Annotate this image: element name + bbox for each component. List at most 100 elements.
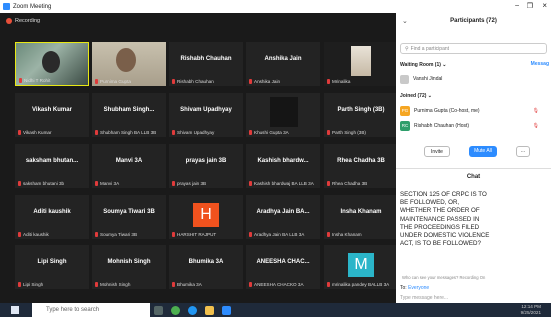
participant-label: Rhea Chadha 3B xyxy=(327,181,367,186)
chrome-icon[interactable] xyxy=(171,305,180,315)
participant-name: Bhumika 3A xyxy=(177,282,202,287)
participant-tile[interactable]: saksham bhutan... saksham bhutani 3b xyxy=(15,144,89,188)
taskbar: Type here to search 12:14 PM 9/25/2021 xyxy=(0,303,551,317)
participant-row[interactable]: RC Rishabh Chauhan (Host) 🎙 xyxy=(400,120,551,131)
mic-muted-icon[interactable]: 🎙 xyxy=(533,123,539,129)
participant-tile[interactable]: Manvi 3A Manvi 3A xyxy=(92,144,166,188)
search-input[interactable]: ⚲ Find a participant xyxy=(400,43,547,54)
participant-tile[interactable]: Mohnish Singh Mohnish Singh xyxy=(92,245,166,289)
participant-name: Shivam Upadhyay xyxy=(177,130,215,135)
minimize-button[interactable]: – xyxy=(515,2,519,9)
participant-display-name: ANEESHA CHAC... xyxy=(256,259,310,265)
participant-tile[interactable]: Shivam Upadhyay Shivam Upadhyay xyxy=(169,93,243,137)
participant-display-name: prayas jain 3B xyxy=(185,158,227,164)
mic-muted-icon xyxy=(172,79,175,84)
participant-tile[interactable]: Rishabh Chauhan Rishabh Chauhan xyxy=(169,42,243,86)
close-button[interactable]: × xyxy=(542,1,547,10)
participant-tile[interactable]: Kashish bhardw... Kashish bhardwaj BA LLB… xyxy=(246,144,320,188)
participant-display-name: Lipi Singh xyxy=(37,259,67,265)
chat-input[interactable]: Type message here... xyxy=(400,295,551,301)
search-icon: ⚲ xyxy=(405,45,409,52)
participant-tile[interactable]: Lipi Singh Lipi Singh xyxy=(15,245,89,289)
mic-muted-icon xyxy=(95,181,98,186)
participant-label: Vikash Kumar xyxy=(18,130,52,135)
task-view-icon[interactable] xyxy=(154,305,163,315)
mic-muted-icon xyxy=(95,232,98,237)
mic-muted-icon xyxy=(249,181,252,186)
participant-name: Insha Khanam xyxy=(332,232,362,237)
invite-button[interactable]: Invite xyxy=(424,146,450,157)
participant-tile[interactable]: Bhumika 3A Bhumika 3A xyxy=(169,245,243,289)
search-box[interactable]: Type here to search xyxy=(32,303,150,317)
participant-tile[interactable]: ANEESHA CHAC... ANEESHA CHACKO 3A xyxy=(246,245,320,289)
edge-icon[interactable] xyxy=(188,305,197,315)
participant-label: Mrinalika xyxy=(327,79,350,84)
file-explorer-icon[interactable] xyxy=(205,305,214,315)
participant-label: Nidhi T Rohit xyxy=(19,78,50,83)
participant-tile[interactable]: Anshika Jain Anshika Jain xyxy=(246,42,320,86)
participant-label: Kashish bhardwaj BA LLB 3A xyxy=(249,181,314,186)
participant-label: Mohnish Singh xyxy=(95,282,130,287)
participant-label: Khushi Gupta 3A xyxy=(249,130,289,135)
mic-muted-icon xyxy=(327,181,330,186)
participant-label: mrinalika pandey BALLB 3A xyxy=(327,282,389,287)
participant-display-name: Shivam Upadhyay xyxy=(180,107,232,113)
mic-muted-icon xyxy=(172,130,175,135)
participant-tile[interactable]: Shubham Singh... Shubham Singh BA LLB 3B xyxy=(92,93,166,137)
participant-label: Aditi kaushik xyxy=(18,232,49,237)
participant-display-name: Rhea Chadha 3B xyxy=(337,158,385,164)
clock[interactable]: 12:14 PM 9/25/2021 xyxy=(521,304,541,316)
message-button[interactable]: Messag xyxy=(531,61,549,67)
mute-all-button[interactable]: Mute All xyxy=(469,146,497,157)
participant-name: mrinalika pandey BALLB 3A xyxy=(332,282,390,287)
participant-tile[interactable]: Insha Khanam Insha Khanam xyxy=(324,195,398,239)
participant-label: Rishabh Chauhan xyxy=(172,79,214,84)
participant-name: Mohnish Singh xyxy=(100,282,131,287)
windows-start-icon[interactable] xyxy=(11,306,19,314)
participant-display-name: Kashish bhardw... xyxy=(257,158,309,164)
collapse-chevron-icon[interactable]: ⌄ xyxy=(402,17,408,25)
participant-display-name: Aditi kaushik xyxy=(33,209,71,215)
participant-name: Rishabh Chauhan (Host) xyxy=(414,122,470,129)
mic-muted-icon xyxy=(95,79,98,84)
participant-tile[interactable]: Rhea Chadha 3B Rhea Chadha 3B xyxy=(324,144,398,188)
participant-tile[interactable]: Purnima Gupta xyxy=(92,42,166,86)
participant-name: ANEESHA CHACKO 3A xyxy=(254,282,304,287)
participant-label: Soumya Tiwari 3B xyxy=(95,232,137,237)
mic-muted-icon xyxy=(172,232,175,237)
mic-muted-icon xyxy=(18,282,21,287)
participant-tile[interactable]: Parth Singh (3B) Parth Singh (3B) xyxy=(324,93,398,137)
waiting-room-header[interactable]: Waiting Room (1) ⌄ xyxy=(400,62,551,68)
recording-indicator[interactable]: Recording xyxy=(0,13,395,28)
participant-name: Nidhi T Rohit xyxy=(24,78,51,83)
more-button[interactable]: ... xyxy=(516,146,530,157)
everyone-dropdown[interactable]: Everyone xyxy=(408,285,429,291)
avatar: PG xyxy=(400,105,410,116)
restore-button[interactable]: ❐ xyxy=(527,2,533,10)
participant-tile[interactable]: Nidhi T Rohit xyxy=(15,42,89,86)
participant-tile[interactable]: Mmrinalika pandey BALLB 3A xyxy=(324,245,398,289)
mic-muted-icon xyxy=(327,232,330,237)
participants-title: Participants (72) xyxy=(450,18,497,24)
participant-tile[interactable]: Mrinalika xyxy=(324,42,398,86)
participant-tile[interactable]: Vikash Kumar Vikash Kumar xyxy=(15,93,89,137)
participant-row[interactable]: PG Purnima Gupta (Co-host, me) 🎙 xyxy=(400,105,551,116)
participant-label: Bhumika 3A xyxy=(172,282,202,287)
participant-tile[interactable]: Soumya Tiwari 3B Soumya Tiwari 3B xyxy=(92,195,166,239)
participant-tile[interactable]: Aditi kaushik Aditi kaushik xyxy=(15,195,89,239)
mic-muted-icon[interactable]: 🎙 xyxy=(533,108,539,114)
participant-label: Lipi Singh xyxy=(18,282,43,287)
participant-tile[interactable]: Aradhya Jain BA... Aradhya Jain BA LLB 3A xyxy=(246,195,320,239)
participant-name: Shubham Singh BA LLB 3B xyxy=(100,130,157,135)
participant-tile[interactable]: Khushi Gupta 3A xyxy=(246,93,320,137)
participant-tile[interactable]: H HARSHIT RAJPUT xyxy=(169,195,243,239)
chat-title: Chat xyxy=(466,174,481,180)
chat-privacy-note[interactable]: Who can see your messages? Recording On xyxy=(402,275,551,280)
participant-tile[interactable]: prayas jain 3B prayas jain 3B xyxy=(169,144,243,188)
window-title: Zoom Meeting xyxy=(13,3,52,10)
participant-label: HARSHIT RAJPUT xyxy=(172,232,216,237)
joined-header[interactable]: Joined (72) ⌄ xyxy=(400,93,551,99)
zoom-taskbar-icon[interactable] xyxy=(222,305,231,315)
participant-display-name: Anshika Jain xyxy=(264,56,302,62)
mic-muted-icon xyxy=(172,181,175,186)
